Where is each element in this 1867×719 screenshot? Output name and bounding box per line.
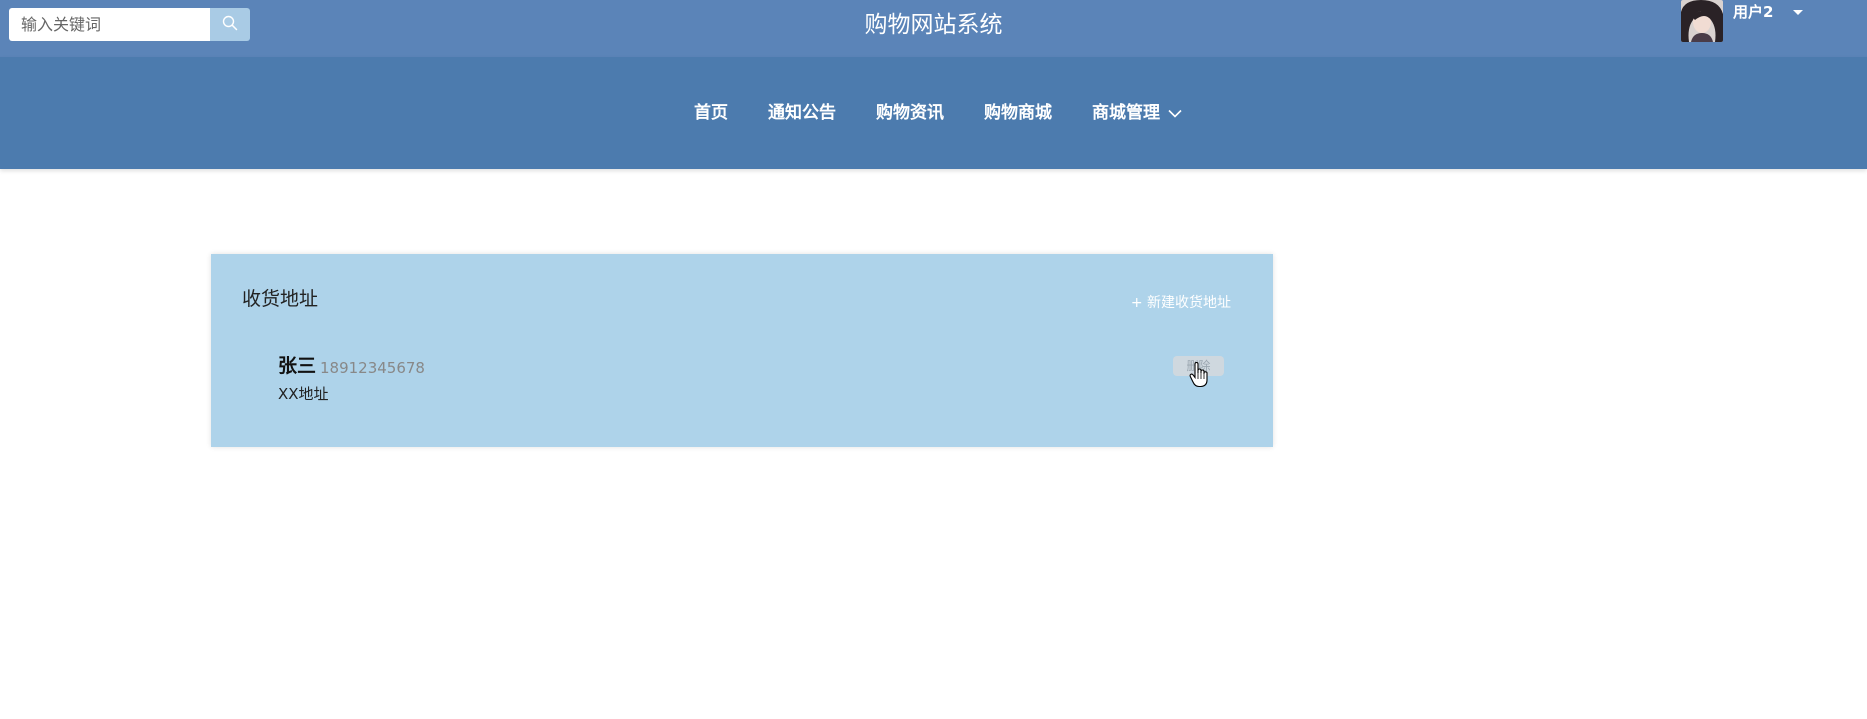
top-bar: 购物网站系统 用户2: [0, 0, 1867, 57]
recipient-name: 张三: [278, 355, 317, 377]
caret-down-icon[interactable]: [1793, 10, 1804, 15]
address-panel-title: 收货地址: [242, 288, 319, 310]
nav-item-label: 通知公告: [768, 103, 836, 123]
recipient-phone: 18912345678: [320, 359, 425, 377]
search-button[interactable]: [210, 8, 250, 41]
nav-item-news[interactable]: 购物资讯: [876, 101, 944, 125]
avatar[interactable]: [1681, 0, 1723, 42]
site-title: 购物网站系统: [864, 12, 1003, 38]
user-name[interactable]: 用户2: [1733, 2, 1773, 42]
search-box: [9, 8, 250, 41]
chevron-down-icon: [1168, 109, 1182, 118]
nav-menu: 首页 通知公告 购物资讯 购物商城 商城管理: [0, 101, 1867, 125]
new-address-button[interactable]: + 新建收货地址: [1131, 293, 1231, 313]
nav-item-label: 首页: [694, 103, 728, 123]
nav-item-notices[interactable]: 通知公告: [768, 101, 836, 125]
nav-item-label: 商城管理: [1092, 103, 1160, 123]
nav-item-label: 购物资讯: [876, 103, 944, 123]
recipient-address: XX地址: [278, 385, 329, 403]
nav-bar: 首页 通知公告 购物资讯 购物商城 商城管理: [0, 57, 1867, 169]
nav-item-mall-management[interactable]: 商城管理: [1092, 101, 1182, 125]
user-menu[interactable]: 用户2: [1681, 0, 1804, 42]
site-title-wrap: 购物网站系统: [0, 10, 1867, 40]
search-icon: [222, 15, 238, 35]
nav-item-mall[interactable]: 购物商城: [984, 101, 1052, 125]
nav-item-label: 购物商城: [984, 103, 1052, 123]
search-input[interactable]: [9, 8, 210, 41]
address-card: 收货地址 + 新建收货地址 张三 18912345678 XX地址 删除: [211, 254, 1273, 447]
hand-cursor-icon: [1189, 361, 1211, 392]
nav-item-home[interactable]: 首页: [694, 101, 728, 125]
